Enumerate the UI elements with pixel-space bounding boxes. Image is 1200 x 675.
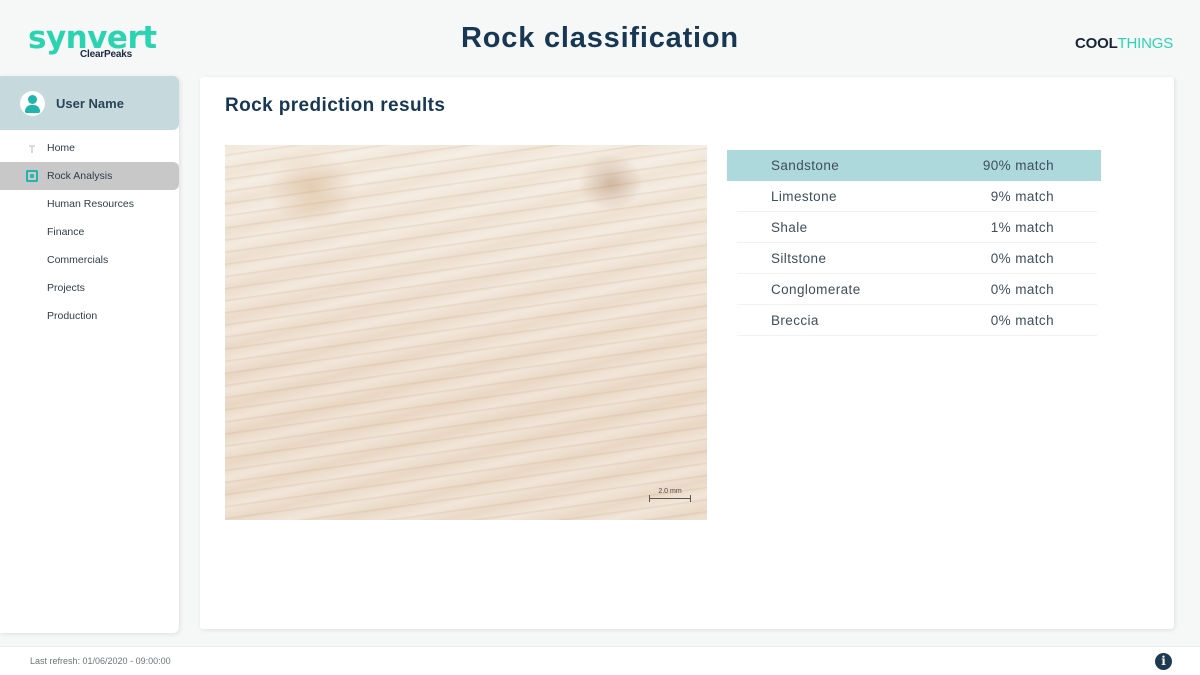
result-match: 0% match <box>990 312 1054 328</box>
rock-sample-image: 2.0 mm <box>225 145 707 520</box>
info-icon[interactable]: i <box>1155 653 1172 670</box>
result-row[interactable]: Breccia 0% match <box>737 305 1097 336</box>
sidebar-item-label: Rock Analysis <box>47 170 113 182</box>
result-match: 1% match <box>990 219 1054 235</box>
result-row[interactable]: Conglomerate 0% match <box>737 274 1097 305</box>
sidebar-item-projects[interactable]: Projects <box>0 274 179 302</box>
scan-icon <box>26 170 38 182</box>
result-match: 90% match <box>982 158 1054 173</box>
sidebar-item-label: Home <box>47 142 76 154</box>
result-match: 9% match <box>990 188 1054 204</box>
page-title: Rock classification <box>461 22 739 54</box>
result-row[interactable]: Limestone 9% match <box>737 181 1097 212</box>
result-row-top[interactable]: Sandstone 90% match <box>727 150 1101 181</box>
result-name: Conglomerate <box>771 281 861 297</box>
sidebar-nav: Home Rock Analysis Human Resources Finan… <box>0 134 179 330</box>
sidebar-item-label: Commercials <box>47 254 109 266</box>
scale-label: 2.0 mm <box>658 488 682 495</box>
result-match: 0% match <box>990 250 1054 266</box>
result-match: 0% match <box>990 281 1054 297</box>
user-profile[interactable]: User Name <box>0 76 179 130</box>
results-card: Rock prediction results 2.0 mm Sandstone… <box>200 77 1174 629</box>
last-refresh: Last refresh: 01/06/2020 - 09:00:00 <box>30 656 171 666</box>
result-name: Sandstone <box>771 158 840 173</box>
sidebar-item-finance[interactable]: Finance <box>0 218 179 246</box>
sidebar-item-home[interactable]: Home <box>0 134 179 162</box>
sidebar-item-label: Human Resources <box>47 198 134 210</box>
logo-cool: COOL <box>1075 35 1118 52</box>
sidebar-item-label: Finance <box>47 226 85 238</box>
sidebar-item-label: Production <box>47 310 98 322</box>
coolthings-logo: COOLTHINGS <box>1075 35 1173 52</box>
scale-line <box>649 495 691 502</box>
result-name: Limestone <box>771 188 837 204</box>
result-name: Breccia <box>771 312 819 328</box>
scale-bar: 2.0 mm <box>649 488 691 502</box>
home-icon <box>26 142 38 154</box>
results-list: Sandstone 90% match Limestone 9% match S… <box>727 150 1101 336</box>
user-avatar-icon <box>20 90 45 116</box>
sidebar: User Name Home Rock Analysis Human Resou… <box>0 76 179 633</box>
sidebar-item-rock-analysis[interactable]: Rock Analysis <box>0 162 179 190</box>
logo-things: THINGS <box>1117 35 1174 52</box>
result-name: Shale <box>771 219 808 235</box>
card-title: Rock prediction results <box>225 95 446 116</box>
sidebar-item-human-resources[interactable]: Human Resources <box>0 190 179 218</box>
result-row[interactable]: Siltstone 0% match <box>737 243 1097 274</box>
user-name: User Name <box>56 95 124 111</box>
footer: Last refresh: 01/06/2020 - 09:00:00 i <box>0 647 1200 675</box>
sidebar-item-production[interactable]: Production <box>0 302 179 330</box>
sidebar-item-commercials[interactable]: Commercials <box>0 246 179 274</box>
result-name: Siltstone <box>771 250 827 266</box>
sidebar-item-label: Projects <box>47 282 85 294</box>
result-row[interactable]: Shale 1% match <box>737 212 1097 243</box>
